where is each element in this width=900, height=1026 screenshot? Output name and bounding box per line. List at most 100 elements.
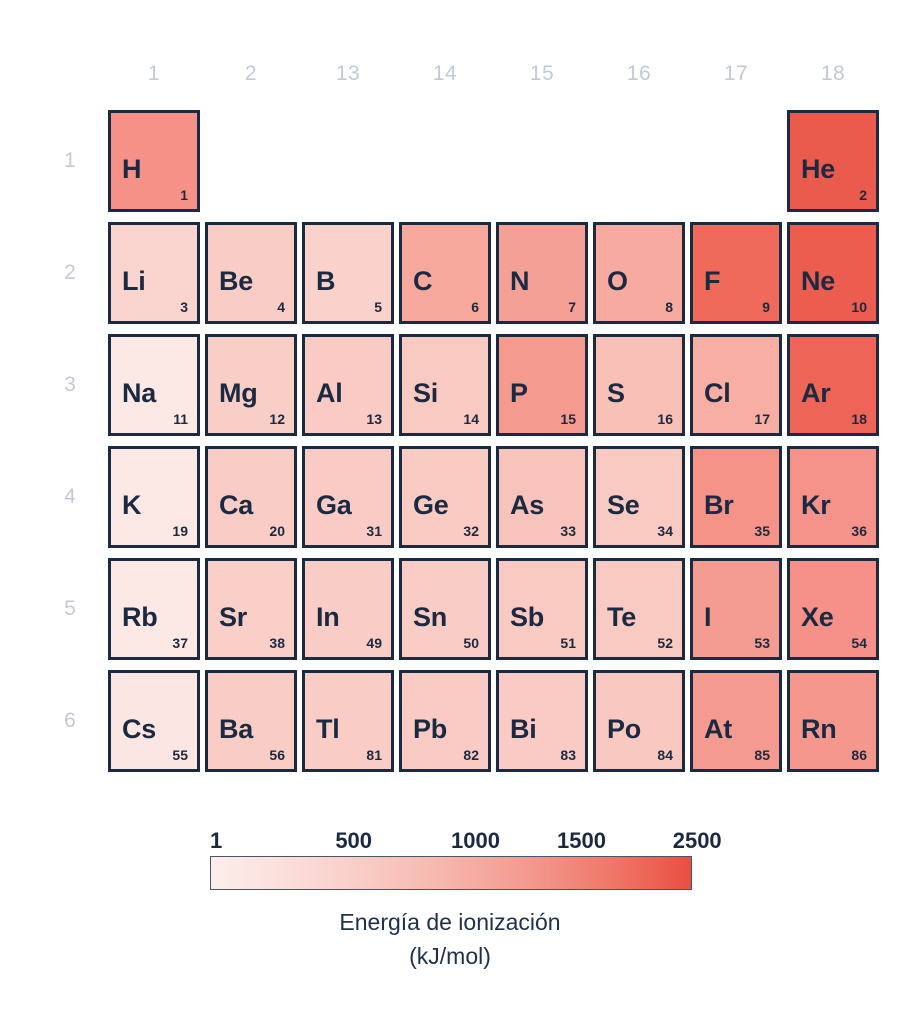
element-symbol: Ge — [413, 490, 449, 520]
colorbar-caption-line1: Energía de ionización — [339, 909, 561, 935]
period-row: Na 11 Mg 12 Al 13 Si 14 P 15 S 16 Cl 17 Ar 18 — [108, 334, 879, 436]
element-cell[interactable]: Na 11 — [108, 334, 200, 436]
element-cell[interactable]: S 16 — [593, 334, 685, 436]
element-cell[interactable]: Po 84 — [593, 670, 685, 772]
element-symbol: Tl — [316, 714, 340, 744]
atomic-number: 15 — [560, 411, 576, 427]
element-cell[interactable]: B5 — [302, 222, 394, 324]
element-cell[interactable]: Rn 86 — [787, 670, 879, 772]
element-symbol: Kr — [801, 490, 831, 520]
element-cell[interactable]: C6 — [399, 222, 491, 324]
atomic-number: 81 — [366, 747, 382, 763]
atomic-number: 38 — [269, 635, 285, 651]
colorbar-gradient — [210, 856, 692, 890]
element-cell[interactable]: Se 34 — [593, 446, 685, 548]
element-cell[interactable]: N7 — [496, 222, 588, 324]
atomic-number: 17 — [754, 411, 770, 427]
element-cell[interactable]: K 19 — [108, 446, 200, 548]
element-cell[interactable]: Ca 20 — [205, 446, 297, 548]
atomic-number: 54 — [851, 635, 867, 651]
colorbar-caption: Energía de ionización (kJ/mol) — [0, 905, 900, 973]
element-symbol: As — [510, 490, 544, 520]
colorbar-tick: 2500 — [672, 828, 722, 853]
element-symbol: O — [607, 266, 628, 296]
atomic-number: 20 — [269, 523, 285, 539]
element-symbol: Br — [704, 490, 734, 520]
element-cell[interactable]: Li 3 — [108, 222, 200, 324]
periodic-table-figure: 1 2 13 14 15 16 17 18 123456 H 1 He 2 Li 3 Be 4 B 5 C 6 N 7 O… — [0, 0, 900, 1026]
element-grid: H 1 He 2 Li 3 Be 4 B 5 C 6 N 7 O 8 F 9 Ne 10 Na 11 Mg 12 Al 13 Si 1… — [108, 110, 879, 782]
atomic-number: 8 — [665, 299, 673, 315]
element-cell[interactable]: Al 13 — [302, 334, 394, 436]
element-symbol: B — [316, 266, 336, 296]
atomic-number: 7 — [568, 299, 576, 315]
empty-cell — [690, 110, 782, 212]
element-cell[interactable]: In 49 — [302, 558, 394, 660]
element-cell[interactable]: Bi 83 — [496, 670, 588, 772]
period-row: Rb 37 Sr 38 In 49 Sn 50 Sb 51 Te 52 I 53 Xe 54 — [108, 558, 879, 660]
element-cell[interactable]: P 15 — [496, 334, 588, 436]
element-symbol: S — [607, 378, 625, 408]
empty-cell — [593, 110, 685, 212]
element-symbol: Be — [219, 266, 253, 296]
period-row: Li 3 Be 4 B 5 C 6 N 7 O 8 F 9 Ne 10 — [108, 222, 879, 324]
atomic-number: 56 — [269, 747, 285, 763]
atomic-number: 9 — [762, 299, 770, 315]
colorbar-legend: 1 500 1000 1500 2500 — [210, 826, 722, 890]
period-label: 6 — [64, 709, 76, 732]
colorbar-tick: 500 — [335, 828, 373, 853]
atomic-number: 36 — [851, 523, 867, 539]
element-cell[interactable]: Sr 38 — [205, 558, 297, 660]
element-symbol: Sb — [510, 602, 544, 632]
element-cell[interactable]: O8 — [593, 222, 685, 324]
atomic-number: 33 — [560, 523, 576, 539]
element-cell[interactable]: Sb 51 — [496, 558, 588, 660]
element-symbol: N — [510, 266, 530, 296]
element-symbol: Ca — [219, 490, 253, 520]
element-cell[interactable]: H1 — [108, 110, 200, 212]
element-cell[interactable]: Br 35 — [690, 446, 782, 548]
element-symbol: Rb — [122, 602, 158, 632]
element-cell[interactable]: At 85 — [690, 670, 782, 772]
element-cell[interactable]: Ar 18 — [787, 334, 879, 436]
element-cell[interactable]: Pb 82 — [399, 670, 491, 772]
element-cell[interactable]: Tl 81 — [302, 670, 394, 772]
atomic-number: 49 — [366, 635, 382, 651]
element-cell[interactable]: As 33 — [496, 446, 588, 548]
element-cell[interactable]: Cs 55 — [108, 670, 200, 772]
element-cell[interactable]: Ge 32 — [399, 446, 491, 548]
empty-cell — [496, 110, 588, 212]
period-label: 3 — [64, 373, 76, 396]
element-cell[interactable]: He 2 — [787, 110, 879, 212]
atomic-number: 32 — [463, 523, 479, 539]
element-symbol: Mg — [219, 378, 258, 408]
element-cell[interactable]: Ba 56 — [205, 670, 297, 772]
element-cell[interactable]: Rb 37 — [108, 558, 200, 660]
atomic-number: 3 — [180, 299, 188, 315]
atomic-number: 14 — [463, 411, 479, 427]
element-symbol: Te — [607, 602, 636, 632]
element-cell[interactable]: I 53 — [690, 558, 782, 660]
atomic-number: 84 — [657, 747, 673, 763]
element-cell[interactable]: Ne 10 — [787, 222, 879, 324]
element-cell[interactable]: Mg 12 — [205, 334, 297, 436]
element-cell[interactable]: Be 4 — [205, 222, 297, 324]
group-label: 15 — [529, 62, 555, 85]
element-cell[interactable]: Cl 17 — [690, 334, 782, 436]
colorbar-tick: 1 — [210, 828, 223, 853]
period-label: 2 — [64, 261, 76, 284]
element-cell[interactable]: Ga 31 — [302, 446, 394, 548]
element-cell[interactable]: F9 — [690, 222, 782, 324]
period-row: K 19 Ca 20 Ga 31 Ge 32 As 33 Se 34 Br 35 Kr 36 — [108, 446, 879, 548]
element-symbol: Xe — [801, 602, 834, 632]
element-cell[interactable]: Si 14 — [399, 334, 491, 436]
colorbar-tick-labels: 1 500 1000 1500 2500 — [210, 826, 722, 856]
element-symbol: In — [316, 602, 340, 632]
empty-cell — [302, 110, 394, 212]
atomic-number: 85 — [754, 747, 770, 763]
element-cell[interactable]: Kr 36 — [787, 446, 879, 548]
atomic-number: 6 — [471, 299, 479, 315]
element-cell[interactable]: Xe 54 — [787, 558, 879, 660]
element-cell[interactable]: Te 52 — [593, 558, 685, 660]
element-cell[interactable]: Sn 50 — [399, 558, 491, 660]
